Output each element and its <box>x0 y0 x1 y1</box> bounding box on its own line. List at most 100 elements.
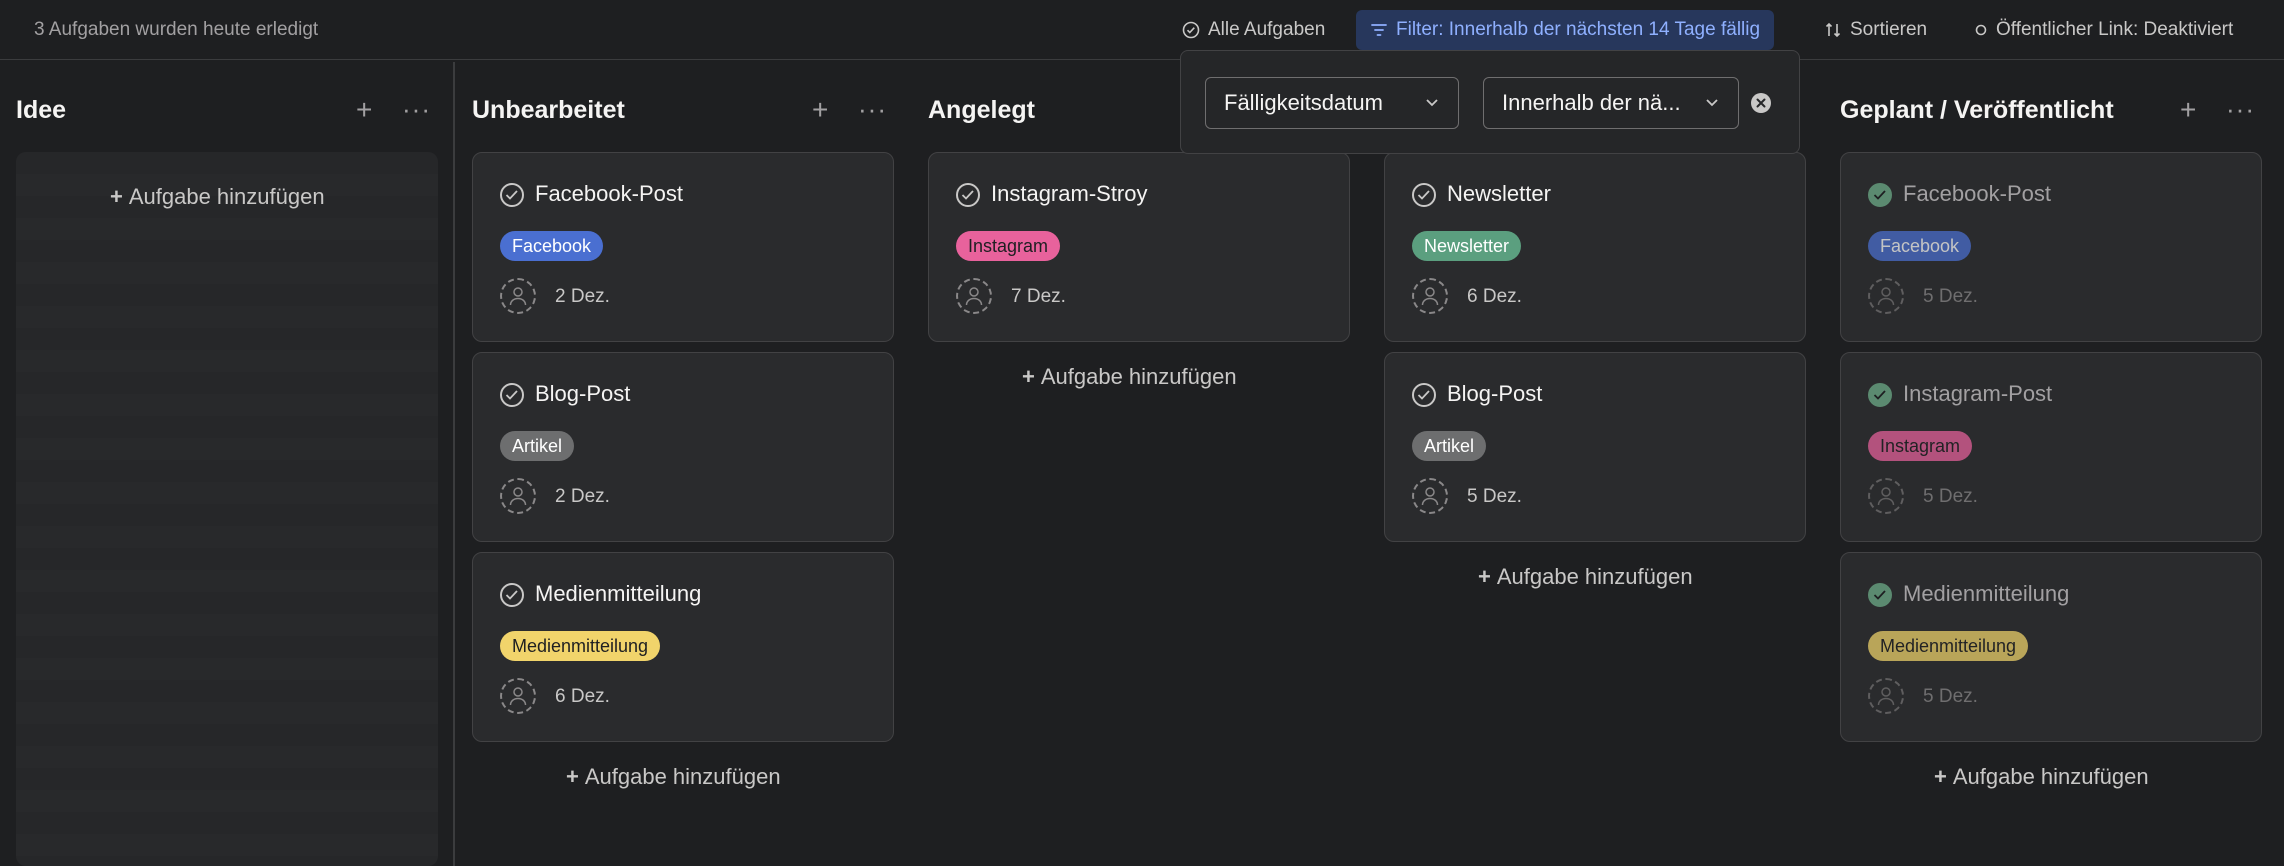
column-title: Angelegt <box>928 96 1035 124</box>
all-tasks-label: Alle Aufgaben <box>1208 19 1326 40</box>
completed-check-icon[interactable] <box>1868 583 1892 607</box>
more-options-icon[interactable]: ··· <box>2226 94 2255 125</box>
task-title: Newsletter <box>1447 181 1551 206</box>
column-header: Idee + ··· <box>16 90 438 130</box>
column-header: Unbearbeitet + ··· <box>472 90 894 130</box>
column-divider <box>453 62 455 866</box>
add-task-label: Aufgabe hinzufügen <box>1952 764 2149 789</box>
sort-button[interactable]: Sortieren <box>1810 10 1941 50</box>
task-card[interactable]: Blog-Post Artikel 5 Dez. <box>1384 352 1806 542</box>
due-date: 5 Dez. <box>1923 486 1978 507</box>
assignee-placeholder-icon[interactable] <box>1868 478 1904 514</box>
public-link-button[interactable]: Öffentlicher Link: Deaktiviert <box>1960 10 2247 50</box>
task-card[interactable]: Facebook-Post Facebook 2 Dez. <box>472 152 894 342</box>
column-drop-area: + Aufgabe hinzufügen <box>16 152 438 866</box>
chevron-down-icon <box>1424 78 1440 149</box>
filter-condition-select[interactable]: Innerhalb der nä... <box>1483 77 1739 129</box>
task-card[interactable]: Blog-Post Artikel 2 Dez. <box>472 352 894 542</box>
column-title: Idee <box>16 96 67 124</box>
column-angelegt: Angelegt Instagram-Stroy Instagram 7 Dez… <box>928 62 1350 866</box>
assignee-placeholder-icon[interactable] <box>500 278 536 314</box>
more-options-icon[interactable]: ··· <box>858 94 887 125</box>
task-tag: Instagram <box>1868 431 1973 461</box>
complete-check-icon[interactable] <box>1412 383 1436 407</box>
add-task-plus-icon[interactable]: + <box>356 96 372 124</box>
add-task-button[interactable]: + Aufgabe hinzufügen <box>1934 764 2149 790</box>
task-tag: Artikel <box>1412 431 1487 461</box>
add-task-label: Aufgabe hinzufügen <box>1040 364 1237 389</box>
add-task-button[interactable]: + Aufgabe hinzufügen <box>1022 364 1237 390</box>
task-tag: Medienmitteilung <box>500 631 661 661</box>
task-title: Blog-Post <box>1447 381 1543 406</box>
add-task-button[interactable]: + Aufgabe hinzufügen <box>1478 564 1693 590</box>
column-geplant-veroeffentlicht: Geplant / Veröffentlicht + ··· Facebook-… <box>1840 62 2262 866</box>
clear-filter-icon[interactable] <box>1751 93 1771 113</box>
column-title: Unbearbeitet <box>472 96 625 124</box>
completed-check-icon[interactable] <box>1868 383 1892 407</box>
add-task-label: Aufgabe hinzufügen <box>584 764 781 789</box>
assignee-placeholder-icon[interactable] <box>500 478 536 514</box>
complete-check-icon[interactable] <box>1412 183 1436 207</box>
filter-popover: Fälligkeitsdatum Innerhalb der nä... <box>1180 50 1800 154</box>
more-options-icon[interactable]: ··· <box>402 94 431 125</box>
column-title: Geplant / Veröffentlicht <box>1840 96 2114 124</box>
task-tag: Facebook <box>500 231 604 261</box>
complete-check-icon[interactable] <box>500 383 524 407</box>
all-tasks-button[interactable]: Alle Aufgaben <box>1168 10 1339 50</box>
task-card[interactable]: Medienmitteilung Medienmitteilung 6 Dez. <box>472 552 894 742</box>
complete-check-icon[interactable] <box>500 583 524 607</box>
due-date: 2 Dez. <box>555 286 610 307</box>
assignee-placeholder-icon[interactable] <box>500 678 536 714</box>
column-header: Geplant / Veröffentlicht + ··· <box>1840 90 2262 130</box>
check-circle-icon <box>1182 21 1200 39</box>
task-title: Facebook-Post <box>535 181 683 206</box>
assignee-placeholder-icon[interactable] <box>1412 478 1448 514</box>
filter-field-select[interactable]: Fälligkeitsdatum <box>1205 77 1459 129</box>
filter-icon <box>1370 21 1388 39</box>
due-date: 2 Dez. <box>555 486 610 507</box>
column-unbearbeitet: Unbearbeitet + ··· Facebook-Post Faceboo… <box>472 62 894 866</box>
completed-today-text: 3 Aufgaben wurden heute erledigt <box>34 19 319 40</box>
task-card[interactable]: Instagram-Post Instagram 5 Dez. <box>1840 352 2262 542</box>
due-date: 6 Dez. <box>1467 286 1522 307</box>
task-title: Facebook-Post <box>1903 181 2051 206</box>
add-task-button[interactable]: + Aufgabe hinzufügen <box>566 764 781 790</box>
add-task-plus-icon[interactable]: + <box>812 96 828 124</box>
task-card[interactable]: Medienmitteilung Medienmitteilung 5 Dez. <box>1840 552 2262 742</box>
complete-check-icon[interactable] <box>956 183 980 207</box>
filter-label: Filter: Innerhalb der nächsten 14 Tage f… <box>1396 19 1761 40</box>
due-date: 5 Dez. <box>1923 686 1978 707</box>
completed-check-icon[interactable] <box>1868 183 1892 207</box>
due-date: 6 Dez. <box>555 686 610 707</box>
task-card[interactable]: Instagram-Stroy Instagram 7 Dez. <box>928 152 1350 342</box>
assignee-placeholder-icon[interactable] <box>1868 278 1904 314</box>
due-date: 5 Dez. <box>1467 486 1522 507</box>
task-tag: Medienmitteilung <box>1868 631 2029 661</box>
add-task-label: Aufgabe hinzufügen <box>1496 564 1693 589</box>
sort-arrows-icon <box>1824 21 1842 39</box>
task-title: Medienmitteilung <box>1903 581 2070 606</box>
filter-button[interactable]: Filter: Innerhalb der nächsten 14 Tage f… <box>1356 10 1775 50</box>
task-title: Blog-Post <box>535 381 631 406</box>
circle-status-icon <box>1974 23 1988 37</box>
task-tag: Facebook <box>1868 231 1972 261</box>
public-link-label: Öffentlicher Link: Deaktiviert <box>1996 19 2234 40</box>
sort-label: Sortieren <box>1850 19 1928 40</box>
filter-field-value: Fälligkeitsdatum <box>1224 90 1383 115</box>
task-tag: Artikel <box>500 431 575 461</box>
filter-condition-value: Innerhalb der nä... <box>1502 90 1681 115</box>
task-card[interactable]: Newsletter Newsletter 6 Dez. <box>1384 152 1806 342</box>
task-card[interactable]: Facebook-Post Facebook 5 Dez. <box>1840 152 2262 342</box>
complete-check-icon[interactable] <box>500 183 524 207</box>
task-tag: Newsletter <box>1412 231 1522 261</box>
assignee-placeholder-icon[interactable] <box>1412 278 1448 314</box>
chevron-down-icon <box>1704 78 1720 149</box>
assignee-placeholder-icon[interactable] <box>1868 678 1904 714</box>
column-idee: Idee + ··· + Aufgabe hinzufügen <box>16 62 438 866</box>
due-date: 5 Dez. <box>1923 286 1978 307</box>
task-title: Instagram-Stroy <box>991 181 1148 206</box>
add-task-button[interactable]: + Aufgabe hinzufügen <box>110 184 325 210</box>
add-task-plus-icon[interactable]: + <box>2180 96 2196 124</box>
assignee-placeholder-icon[interactable] <box>956 278 992 314</box>
due-date: 7 Dez. <box>1011 286 1066 307</box>
